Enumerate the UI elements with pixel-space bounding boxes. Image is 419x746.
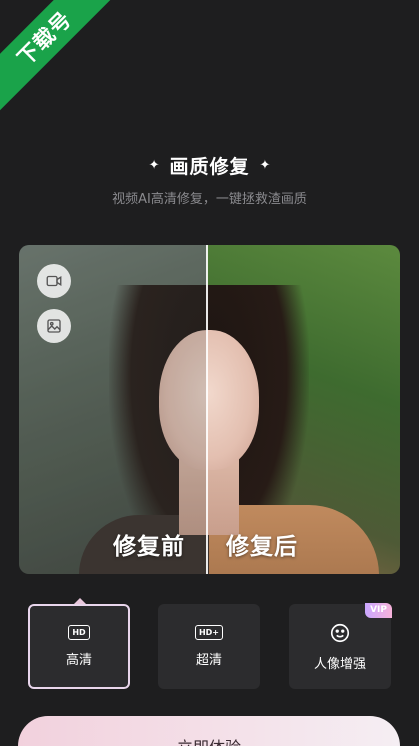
header-title-row: ✦ 画质修复 ✦ — [0, 150, 419, 180]
vip-badge: VIP — [365, 603, 392, 618]
watermark-text: 下载号 — [12, 6, 77, 71]
sparkle-left-icon: ✦ — [148, 157, 160, 173]
before-after-comparison[interactable]: 修复前 修复后 — [19, 245, 400, 574]
compare-divider-handle[interactable] — [206, 245, 208, 574]
smile-face-icon — [330, 623, 350, 642]
try-now-label: 立即体验 — [177, 734, 241, 746]
option-label: 人像增强 — [313, 656, 366, 672]
watermark-ribbon: 下载号 — [0, 0, 122, 116]
image-mode-button[interactable] — [37, 309, 71, 343]
option-label: 高清 — [65, 653, 92, 668]
sparkle-right-icon: ✦ — [259, 157, 271, 173]
option-hd[interactable]: HD 高清 — [28, 604, 130, 689]
try-now-button[interactable]: 立即体验 — [18, 716, 400, 746]
after-label: 修复后 — [226, 534, 298, 560]
option-portrait-enhance[interactable]: VIP 人像增强 — [289, 603, 392, 689]
image-icon — [47, 319, 61, 333]
hd-icon: HD — [68, 625, 90, 640]
page-title: 画质修复 — [169, 155, 250, 178]
hd-plus-icon: HD+ — [195, 625, 223, 640]
video-mode-button[interactable] — [37, 264, 71, 298]
quality-options: HD 高清 HD+ 超清 VIP 人像增强 — [0, 603, 419, 690]
option-label: 超清 — [195, 653, 222, 668]
before-label: 修复前 — [113, 534, 185, 560]
option-ultra-hd[interactable]: HD+ 超清 — [158, 604, 260, 689]
video-camera-icon — [46, 275, 62, 287]
page-subtitle: 视频AI高清修复，一键拯救渣画质 — [112, 192, 307, 207]
